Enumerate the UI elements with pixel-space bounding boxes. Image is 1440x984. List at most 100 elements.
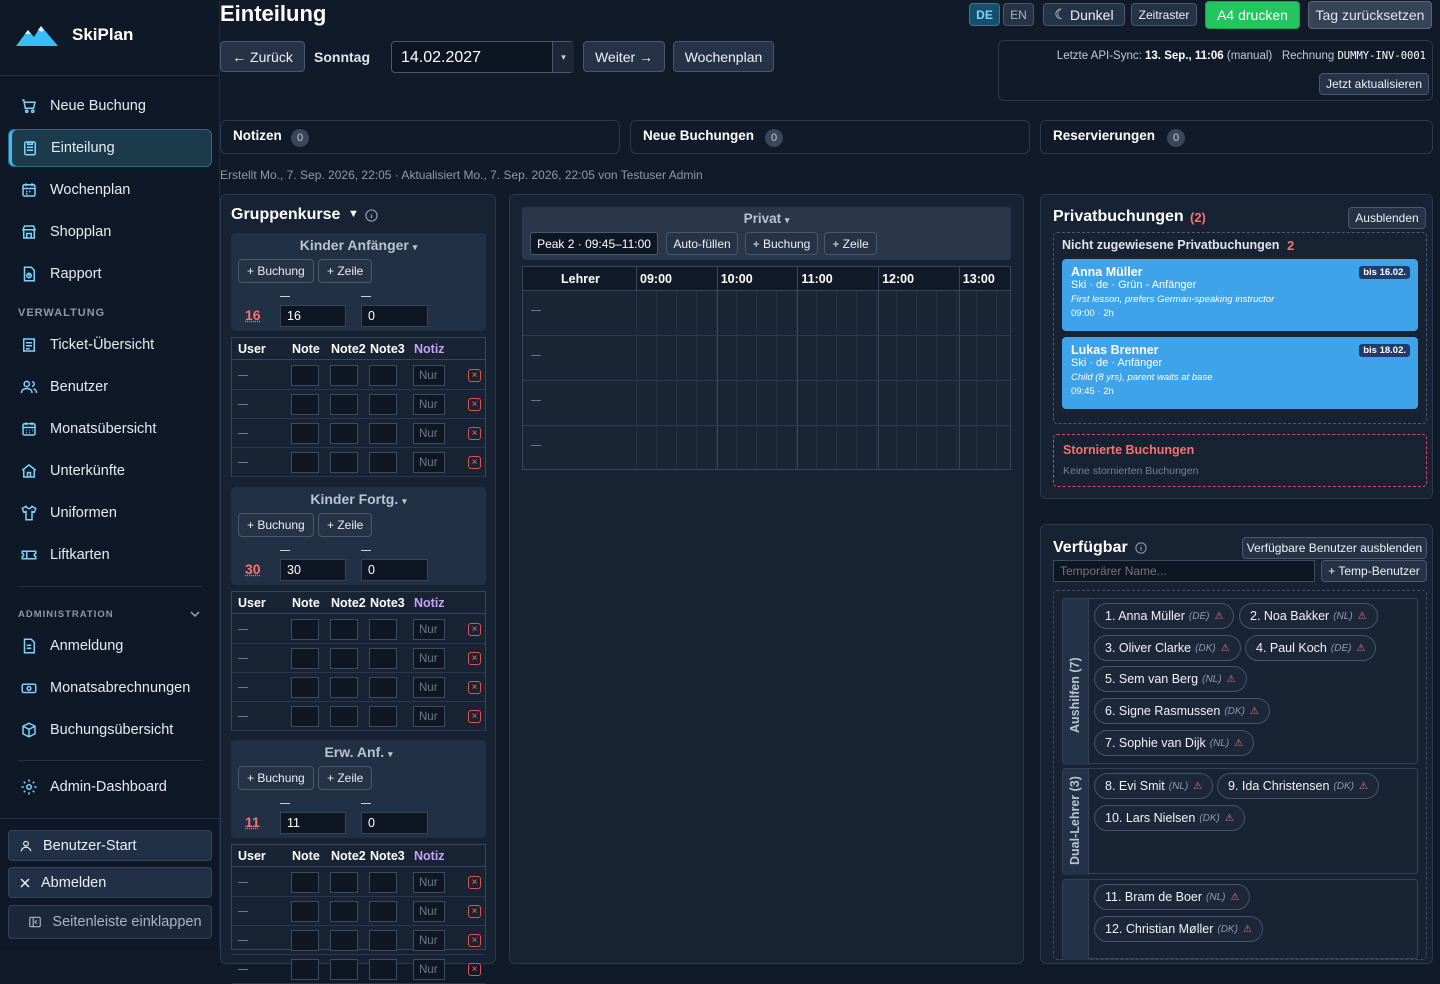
- note3-input[interactable]: [369, 365, 397, 386]
- note-input[interactable]: [291, 365, 319, 386]
- nav-rapport[interactable]: Rapport: [8, 255, 212, 293]
- notiz-input[interactable]: Nur: [413, 452, 445, 473]
- teacher-placeholder[interactable]: [531, 445, 541, 446]
- note2-input[interactable]: [330, 930, 358, 951]
- notiz-input[interactable]: Nur: [413, 706, 445, 727]
- nav-uniformen[interactable]: Uniformen: [8, 494, 212, 532]
- notiz-input[interactable]: Nur: [413, 394, 445, 415]
- group-value-input[interactable]: 11: [280, 812, 346, 834]
- user-placeholder[interactable]: [238, 687, 248, 688]
- user-placeholder[interactable]: [238, 375, 248, 376]
- nav-ticket-uebersicht[interactable]: Ticket-Übersicht: [8, 326, 212, 364]
- notiz-input[interactable]: Nur: [413, 677, 445, 698]
- group-add-booking-button[interactable]: + Buchung: [238, 513, 314, 537]
- delete-row-icon[interactable]: ×: [468, 963, 481, 976]
- delete-row-icon[interactable]: ×: [468, 934, 481, 947]
- group-add-row-button[interactable]: + Zeile: [318, 513, 372, 537]
- hide-available-users-button[interactable]: Verfügbare Benutzer ausblenden: [1242, 537, 1427, 559]
- note-input[interactable]: [291, 677, 319, 698]
- note-input[interactable]: [291, 648, 319, 669]
- nav-anmeldung[interactable]: Anmeldung: [8, 627, 212, 665]
- note2-input[interactable]: [330, 648, 358, 669]
- nav-admin-dashboard[interactable]: Admin-Dashboard: [8, 768, 212, 806]
- next-button[interactable]: Weiter →: [583, 41, 665, 72]
- hide-privatbuchungen-button[interactable]: Ausblenden: [1348, 207, 1426, 229]
- notiz-input[interactable]: Nur: [413, 872, 445, 893]
- note3-input[interactable]: [369, 423, 397, 444]
- note2-input[interactable]: [330, 872, 358, 893]
- note-input[interactable]: [291, 959, 319, 980]
- group-value2-input[interactable]: 0: [361, 305, 428, 327]
- logo[interactable]: SkiPlan: [16, 24, 133, 46]
- available-user-chip[interactable]: 9. Ida Christensen (DK) ⚠: [1217, 773, 1379, 799]
- notiz-input[interactable]: Nur: [413, 619, 445, 640]
- note2-input[interactable]: [330, 394, 358, 415]
- note-input[interactable]: [291, 452, 319, 473]
- reset-day-button[interactable]: Tag zurücksetzen: [1308, 1, 1432, 29]
- print-a4-button[interactable]: A4 drucken: [1205, 1, 1300, 29]
- group-add-booking-button[interactable]: + Buchung: [238, 259, 314, 283]
- available-user-chip[interactable]: 5. Sem van Berg (NL) ⚠: [1094, 666, 1247, 692]
- delete-row-icon[interactable]: ×: [468, 652, 481, 665]
- delete-row-icon[interactable]: ×: [468, 710, 481, 723]
- group-add-row-button[interactable]: + Zeile: [318, 259, 372, 283]
- group-value-input[interactable]: 16: [280, 305, 346, 327]
- lang-en-button[interactable]: EN: [1003, 3, 1034, 26]
- note3-input[interactable]: [369, 930, 397, 951]
- delete-row-icon[interactable]: ×: [468, 681, 481, 694]
- user-placeholder[interactable]: [238, 969, 248, 970]
- user-placeholder[interactable]: [238, 940, 248, 941]
- user-placeholder[interactable]: [238, 658, 248, 659]
- teacher-placeholder[interactable]: [531, 310, 541, 311]
- tab-reservierungen[interactable]: Reservierungen 0: [1040, 120, 1433, 154]
- note2-input[interactable]: [330, 706, 358, 727]
- note-input[interactable]: [291, 619, 319, 640]
- note3-input[interactable]: [369, 394, 397, 415]
- available-user-chip[interactable]: 2. Noa Bakker (NL) ⚠: [1239, 603, 1378, 629]
- delete-row-icon[interactable]: ×: [468, 876, 481, 889]
- notiz-input[interactable]: Nur: [413, 648, 445, 669]
- info-icon[interactable]: [365, 209, 378, 222]
- note3-input[interactable]: [369, 677, 397, 698]
- available-user-chip[interactable]: 1. Anna Müller (DE) ⚠: [1094, 603, 1234, 629]
- note3-input[interactable]: [369, 706, 397, 727]
- notiz-input[interactable]: Nur: [413, 365, 445, 386]
- note2-input[interactable]: [330, 423, 358, 444]
- notiz-input[interactable]: Nur: [413, 959, 445, 980]
- note2-input[interactable]: [330, 365, 358, 386]
- group-add-row-button[interactable]: + Zeile: [318, 766, 372, 790]
- privat-add-row-button[interactable]: + Zeile: [824, 232, 877, 255]
- available-user-chip[interactable]: 4. Paul Koch (DE) ⚠: [1245, 635, 1376, 661]
- notiz-input[interactable]: Nur: [413, 930, 445, 951]
- autofill-button[interactable]: Auto-füllen: [666, 232, 738, 255]
- note3-input[interactable]: [369, 619, 397, 640]
- available-user-chip[interactable]: 10. Lars Nielsen (DK) ⚠: [1094, 805, 1245, 831]
- logout-button[interactable]: Abmelden: [8, 867, 212, 898]
- private-booking-card[interactable]: Anna Müller Ski · de · Grün - Anfänger F…: [1062, 259, 1418, 331]
- chevron-down-icon[interactable]: [190, 610, 200, 618]
- privat-add-booking-button[interactable]: + Buchung: [745, 232, 818, 255]
- group-add-booking-button[interactable]: + Buchung: [238, 766, 314, 790]
- private-booking-card[interactable]: Lukas Brenner Ski · de · Anfänger Child …: [1062, 337, 1418, 409]
- nav-unterkuenfte[interactable]: Unterkünfte: [8, 452, 212, 490]
- nav-monatsabrechnungen[interactable]: Monatsabrechnungen: [8, 669, 212, 707]
- nav-neue-buchung[interactable]: Neue Buchung: [8, 87, 212, 125]
- zeitraster-button[interactable]: Zeitraster: [1131, 3, 1197, 26]
- tab-notizen[interactable]: Notizen 0: [220, 120, 620, 154]
- dark-mode-button[interactable]: ☾ Dunkel: [1043, 3, 1125, 26]
- available-user-chip[interactable]: 11. Bram de Boer (NL) ⚠: [1094, 884, 1250, 910]
- info-icon[interactable]: [1135, 542, 1147, 554]
- note3-input[interactable]: [369, 648, 397, 669]
- group-name[interactable]: Kinder Fortg. ▾: [231, 491, 486, 507]
- note2-input[interactable]: [330, 619, 358, 640]
- tab-neue-buchungen[interactable]: Neue Buchungen 0: [630, 120, 1030, 154]
- available-user-chip[interactable]: 3. Oliver Clarke (DK) ⚠: [1094, 635, 1241, 661]
- delete-row-icon[interactable]: ×: [468, 905, 481, 918]
- note-input[interactable]: [291, 394, 319, 415]
- dropdown-arrow-icon[interactable]: ▾: [552, 42, 574, 72]
- delete-row-icon[interactable]: ×: [468, 427, 481, 440]
- group-value2-input[interactable]: 0: [361, 812, 428, 834]
- notiz-input[interactable]: Nur: [413, 423, 445, 444]
- lang-de-button[interactable]: DE: [969, 3, 1000, 26]
- note-input[interactable]: [291, 423, 319, 444]
